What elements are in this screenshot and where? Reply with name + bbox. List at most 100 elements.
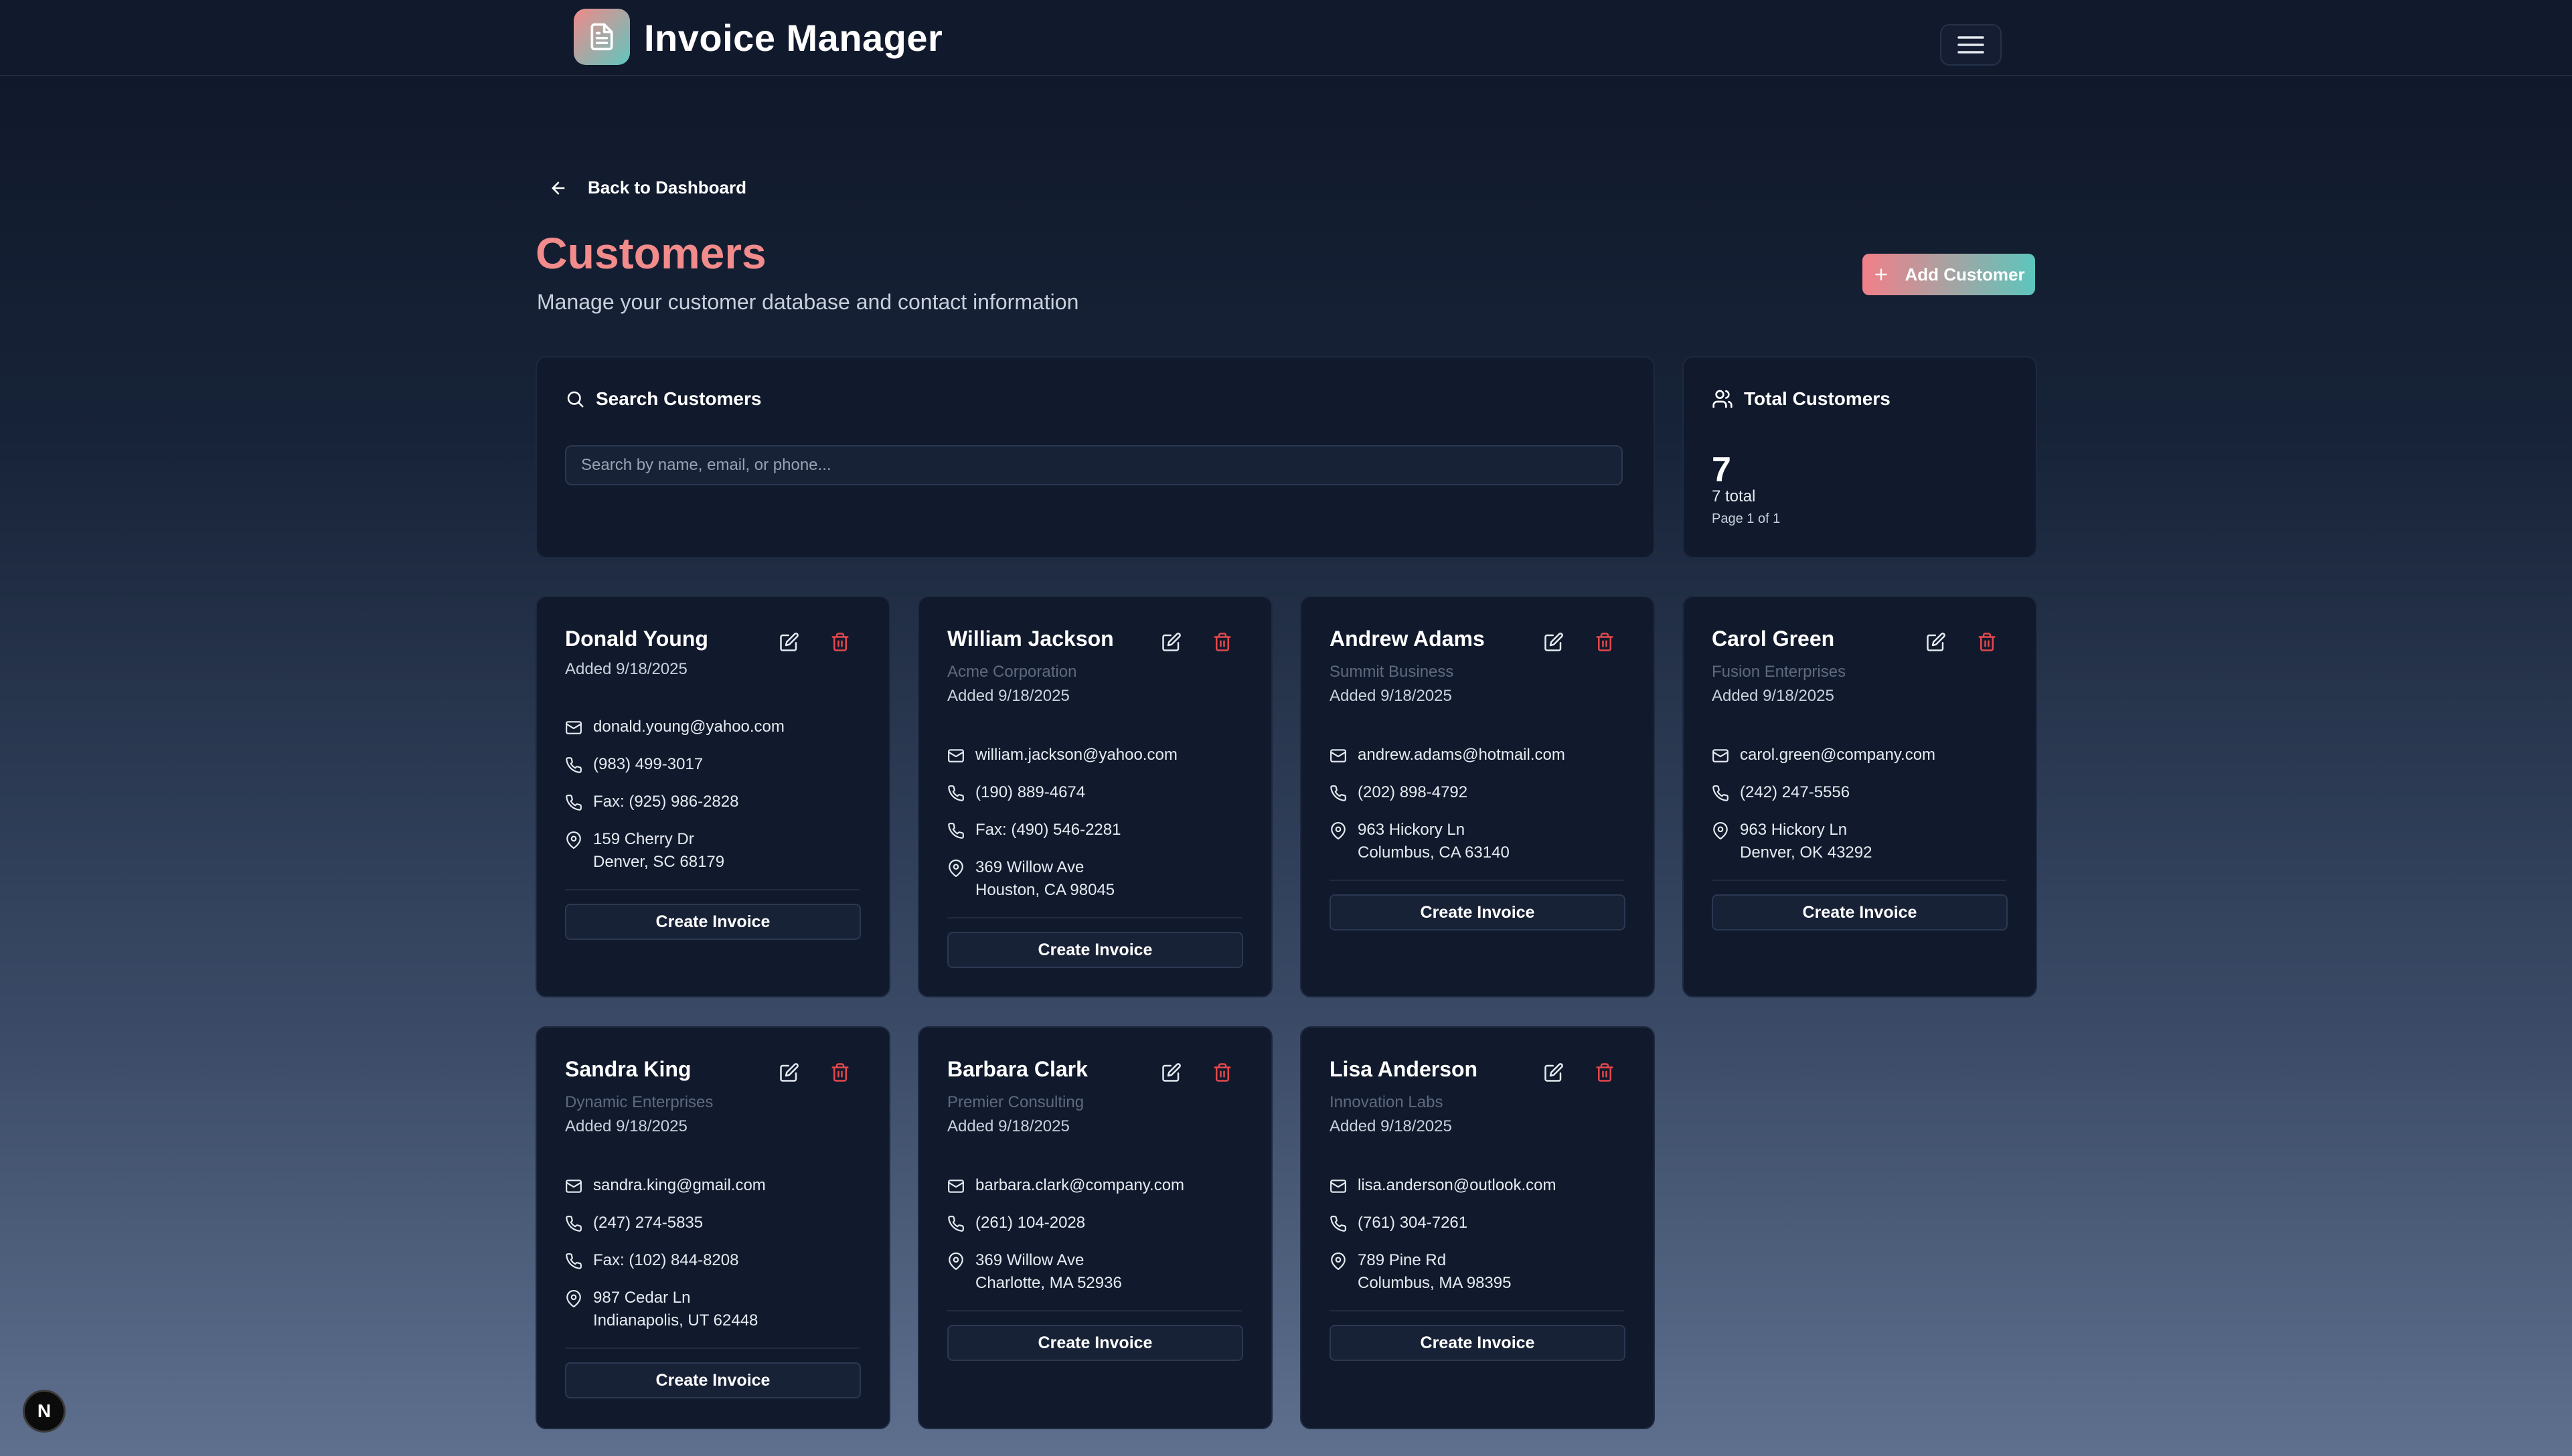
customer-name: Carol Green [1712, 627, 1835, 651]
mail-icon [566, 721, 582, 734]
email-row: barbara.clark@company.com [947, 1176, 1184, 1195]
phone-row: (190) 889-4674 [947, 783, 1085, 802]
customer-email[interactable]: carol.green@company.com [1740, 746, 1935, 764]
customer-phone[interactable]: (242) 247-5556 [1740, 783, 1850, 802]
customer-phone[interactable]: (761) 304-7261 [1358, 1214, 1467, 1232]
customer-email[interactable]: andrew.adams@hotmail.com [1358, 746, 1565, 764]
address-row: 369 Willow Ave Houston, CA 98045 [947, 858, 1115, 902]
customer-email[interactable]: donald.young@yahoo.com [593, 718, 785, 736]
address-line1: 987 Cedar Ln [593, 1289, 691, 1307]
customer-phone[interactable]: (247) 274-5835 [593, 1214, 703, 1232]
back-link-label: Back to Dashboard [588, 177, 746, 197]
total-panel-title: Total Customers [1744, 388, 1891, 409]
delete-button[interactable] [829, 1061, 852, 1084]
map-pin-icon [949, 1252, 963, 1270]
create-invoice-button[interactable]: Create Invoice [1330, 894, 1625, 931]
edit-button[interactable] [1542, 1061, 1565, 1084]
total-panel-header: Total Customers [1712, 388, 1891, 410]
divider [1330, 880, 1624, 881]
phone-row: (247) 274-5835 [565, 1214, 703, 1232]
added-date: Added 9/18/2025 [1712, 687, 1834, 705]
delete-button[interactable] [1211, 1061, 1234, 1084]
divider [947, 917, 1242, 918]
phone-row: (983) 499-3017 [565, 755, 703, 774]
edit-button[interactable] [1925, 631, 1947, 653]
edit-icon [1162, 633, 1181, 651]
edit-icon [780, 1063, 799, 1082]
trash-icon [1978, 633, 1996, 651]
customer-card: Sandra King Dynamic Enterprises Added 9/… [536, 1026, 890, 1429]
create-invoice-button[interactable]: Create Invoice [947, 1325, 1243, 1361]
document-icon [590, 23, 613, 51]
delete-button[interactable] [1593, 1061, 1616, 1084]
search-input[interactable] [565, 445, 1623, 485]
address-row: 987 Cedar Ln Indianapolis, UT 62448 [565, 1289, 758, 1332]
add-customer-button[interactable]: Add Customer [1862, 254, 2035, 295]
phone-icon [566, 1253, 582, 1269]
map-pin-icon [566, 1290, 581, 1307]
create-invoice-button[interactable]: Create Invoice [565, 1362, 861, 1398]
plus-icon [1875, 268, 1888, 280]
address-line2: Denver, SC 68179 [593, 853, 725, 871]
edit-icon [1544, 1063, 1563, 1082]
customer-phone[interactable]: (190) 889-4674 [975, 783, 1085, 802]
email-row: carol.green@company.com [1712, 746, 1935, 764]
phone-row: (261) 104-2028 [947, 1214, 1085, 1232]
customer-company: Summit Business [1330, 663, 1454, 681]
customer-email[interactable]: william.jackson@yahoo.com [975, 746, 1178, 764]
page-subtitle: Manage your customer database and contac… [537, 290, 1079, 314]
edit-button[interactable] [778, 631, 801, 653]
customer-card: William Jackson Acme Corporation Added 9… [918, 596, 1273, 997]
phone-icon [1330, 1216, 1346, 1232]
phone-row: (761) 304-7261 [1330, 1214, 1467, 1232]
create-invoice-button[interactable]: Create Invoice [1712, 894, 2008, 931]
customer-address: 159 Cherry Dr Denver, SC 68179 [593, 828, 724, 874]
delete-button[interactable] [1593, 631, 1616, 653]
create-invoice-button[interactable]: Create Invoice [565, 904, 861, 940]
create-invoice-button[interactable]: Create Invoice [947, 932, 1243, 968]
email-row: donald.young@yahoo.com [565, 718, 785, 736]
customer-phone[interactable]: (261) 104-2028 [975, 1214, 1085, 1232]
delete-button[interactable] [829, 631, 852, 653]
menu-button[interactable] [1940, 24, 2002, 66]
arrow-left-icon [552, 181, 565, 194]
customer-email[interactable]: lisa.anderson@outlook.com [1358, 1176, 1556, 1195]
added-date: Added 9/18/2025 [565, 1117, 688, 1135]
customer-name: Andrew Adams [1330, 627, 1485, 651]
edit-button[interactable] [778, 1061, 801, 1084]
search-panel-header: Search Customers [565, 388, 761, 410]
delete-button[interactable] [1211, 631, 1234, 653]
dev-tools-badge[interactable]: N [23, 1390, 66, 1433]
app-logo[interactable] [574, 9, 630, 65]
phone-icon [566, 757, 582, 773]
page-indicator: Page 1 of 1 [1712, 511, 1781, 526]
added-date: Added 9/18/2025 [947, 1117, 1070, 1135]
customer-email[interactable]: sandra.king@gmail.com [593, 1176, 766, 1195]
customer-phone[interactable]: (983) 499-3017 [593, 755, 703, 774]
customer-phone[interactable]: (202) 898-4792 [1358, 783, 1467, 802]
top-navbar: Invoice Manager [0, 0, 2572, 76]
customer-name: Lisa Anderson [1330, 1057, 1478, 1081]
app-title[interactable]: Invoice Manager [644, 16, 943, 60]
search-panel: Search Customers [536, 356, 1655, 558]
address-line1: 369 Willow Ave [975, 858, 1084, 876]
map-pin-icon [1331, 1252, 1346, 1270]
delete-button[interactable] [1976, 631, 1998, 653]
back-to-dashboard-link[interactable]: Back to Dashboard [549, 177, 746, 198]
customer-card: Andrew Adams Summit Business Added 9/18/… [1300, 596, 1655, 997]
map-pin-icon [566, 831, 581, 849]
total-label: 7 total [1712, 487, 1756, 505]
edit-button[interactable] [1542, 631, 1565, 653]
trash-icon [1214, 633, 1231, 651]
customer-email[interactable]: barbara.clark@company.com [975, 1176, 1184, 1195]
customer-name: Barbara Clark [947, 1057, 1088, 1081]
mail-icon [948, 1180, 964, 1193]
edit-button[interactable] [1160, 631, 1183, 653]
mail-icon [948, 749, 964, 762]
customer-card: Lisa Anderson Innovation Labs Added 9/18… [1300, 1026, 1655, 1429]
edit-button[interactable] [1160, 1061, 1183, 1084]
added-date: Added 9/18/2025 [565, 660, 688, 678]
edit-icon [1544, 633, 1563, 651]
customer-address: 369 Willow Ave Houston, CA 98045 [975, 856, 1115, 902]
create-invoice-button[interactable]: Create Invoice [1330, 1325, 1625, 1361]
